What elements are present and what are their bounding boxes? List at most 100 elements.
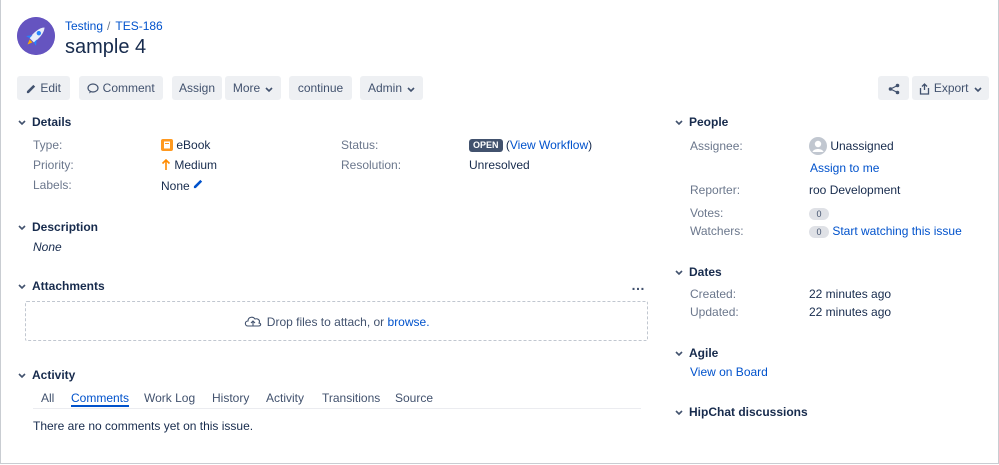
details-header: Details	[32, 115, 72, 129]
description-toggle[interactable]: Description	[18, 220, 98, 234]
cloud-upload-icon	[243, 315, 263, 329]
attachments-toggle[interactable]: Attachments	[18, 279, 105, 293]
votes-value[interactable]: 0	[809, 206, 829, 220]
page-title: sample 4	[65, 36, 147, 58]
view-workflow-wrap: (View Workflow)	[505, 138, 593, 152]
people-toggle[interactable]: People	[675, 115, 728, 129]
assignee-value: Unassigned	[809, 137, 894, 155]
chevron-down-icon	[675, 405, 689, 419]
view-on-board-link[interactable]: View on Board	[690, 365, 768, 379]
avatar	[809, 137, 827, 155]
no-comments-text: There are no comments yet on this issue.	[33, 419, 254, 433]
edit-label: Edit	[40, 81, 62, 95]
status-badge: OPEN	[469, 139, 503, 152]
tabs-divider	[33, 408, 641, 409]
attachment-dropzone[interactable]: Drop files to attach, or browse.	[25, 301, 648, 341]
created-label: Created:	[690, 287, 737, 301]
updated-label: Updated:	[690, 305, 739, 319]
browse-link[interactable]: browse.	[388, 315, 430, 329]
assignee-text: Unassigned	[830, 139, 894, 153]
assign-button[interactable]: Assign	[172, 76, 222, 100]
dates-header: Dates	[689, 265, 722, 279]
chevron-down-icon	[675, 265, 689, 279]
ebook-icon	[161, 138, 173, 152]
priority-text: Medium	[174, 158, 218, 172]
tab-work-log[interactable]: Work Log	[144, 391, 195, 405]
start-watching-link[interactable]: Start watching this issue	[832, 224, 961, 238]
activity-header: Activity	[32, 368, 76, 382]
chevron-down-icon	[18, 279, 32, 293]
chevron-down-icon	[973, 77, 982, 101]
breadcrumb: Testing / TES-186	[65, 19, 163, 33]
assignee-label: Assignee:	[690, 139, 743, 153]
more-label: More	[232, 81, 261, 95]
labels-value[interactable]: None	[161, 178, 204, 193]
reporter-value: roo Development	[809, 183, 900, 197]
breadcrumb-project-link[interactable]: Testing	[65, 19, 103, 33]
details-toggle[interactable]: Details	[18, 115, 71, 129]
agile-toggle[interactable]: Agile	[675, 346, 718, 360]
comment-button[interactable]: Comment	[79, 76, 163, 100]
description-header: Description	[32, 220, 99, 234]
activity-toggle[interactable]: Activity	[18, 368, 75, 382]
chevron-down-icon	[407, 77, 415, 101]
admin-button[interactable]: Admin	[360, 76, 423, 100]
chevron-down-icon	[675, 346, 689, 360]
type-label: Type:	[33, 138, 63, 152]
type-value: eBook	[161, 138, 210, 152]
drop-text: Drop files to attach, or	[266, 315, 385, 329]
attachments-more-icon[interactable]: …	[631, 277, 645, 293]
pencil-icon[interactable]	[193, 179, 204, 193]
hipchat-header: HipChat discussions	[689, 405, 808, 419]
status-value: OPEN (View Workflow)	[469, 138, 592, 152]
chevron-down-icon	[18, 220, 32, 234]
chevron-down-icon	[675, 115, 689, 129]
tab-transitions[interactable]: Transitions	[322, 391, 380, 405]
agile-header: Agile	[689, 346, 719, 360]
status-label: Status:	[341, 138, 379, 152]
reporter-prefix: roo	[809, 183, 827, 197]
tab-history[interactable]: History	[212, 391, 249, 405]
chevron-down-icon	[18, 368, 32, 382]
watchers-label: Watchers:	[690, 224, 744, 238]
votes-count-badge: 0	[809, 208, 829, 220]
votes-label: Votes:	[690, 206, 724, 220]
comment-label: Comment	[102, 81, 155, 95]
export-button[interactable]: Export	[912, 76, 989, 100]
labels-text: None	[161, 179, 190, 193]
dates-toggle[interactable]: Dates	[675, 265, 722, 279]
arrow-up-icon	[161, 158, 171, 172]
updated-value: 22 minutes ago	[809, 305, 892, 319]
chevron-down-icon	[18, 115, 32, 129]
assign-to-me-link[interactable]: Assign to me	[810, 161, 879, 175]
edit-button[interactable]: Edit	[17, 76, 70, 100]
view-workflow-link[interactable]: View Workflow	[510, 138, 588, 152]
export-label: Export	[933, 81, 969, 95]
priority-value: Medium	[161, 158, 217, 172]
tab-activity[interactable]: Activity	[266, 391, 304, 405]
watchers-value: 0 Start watching this issue	[809, 224, 962, 238]
more-button[interactable]: More	[225, 76, 281, 100]
watchers-count-badge: 0	[809, 226, 829, 238]
comment-icon	[87, 81, 99, 95]
breadcrumb-separator: /	[107, 19, 111, 33]
pencil-icon	[26, 81, 37, 95]
breadcrumb-issue-link[interactable]: TES-186	[115, 19, 162, 33]
reporter-label: Reporter:	[690, 183, 741, 197]
hipchat-toggle[interactable]: HipChat discussions	[675, 405, 808, 419]
tab-comments[interactable]: Comments	[71, 391, 129, 405]
resolution-value: Unresolved	[469, 158, 530, 172]
continue-button[interactable]: continue	[289, 76, 352, 100]
chevron-down-icon	[265, 77, 273, 101]
description-value[interactable]: None	[33, 240, 62, 254]
tab-all[interactable]: All	[41, 391, 54, 405]
share-button[interactable]	[878, 76, 909, 100]
export-icon	[919, 81, 930, 95]
active-tab-indicator	[71, 405, 129, 407]
type-text: eBook	[176, 138, 211, 152]
share-icon	[888, 81, 900, 95]
project-avatar-icon[interactable]	[17, 17, 55, 55]
created-value: 22 minutes ago	[809, 287, 892, 301]
people-header: People	[689, 115, 729, 129]
tab-source[interactable]: Source	[395, 391, 433, 405]
